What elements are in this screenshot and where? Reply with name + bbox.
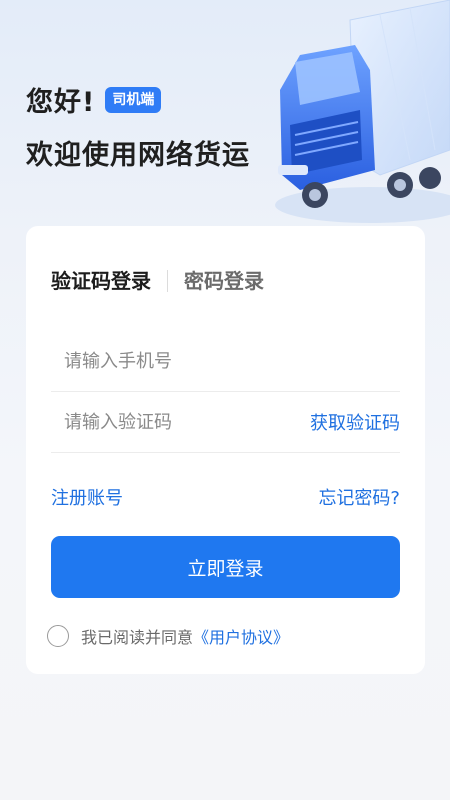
login-card: 验证码登录 密码登录 获取验证码 注册账号 忘记密码? 立即登录 我已阅读并同意… — [26, 226, 425, 674]
agreement-row: 我已阅读并同意 《用户协议》 — [47, 624, 289, 648]
truck-illustration-icon — [275, 0, 450, 223]
register-link[interactable]: 注册账号 — [51, 484, 123, 510]
role-badge: 司机端 — [105, 86, 162, 113]
account-links: 注册账号 忘记密码? — [51, 484, 400, 510]
tab-divider — [167, 270, 168, 292]
forgot-password-link[interactable]: 忘记密码? — [318, 484, 400, 510]
login-tabs: 验证码登录 密码登录 — [51, 266, 264, 296]
phone-field — [51, 331, 400, 392]
agreement-checkbox-icon[interactable] — [47, 625, 69, 647]
phone-input[interactable] — [51, 350, 281, 372]
tab-sms-login[interactable]: 验证码登录 — [51, 266, 151, 296]
tab-password-login[interactable]: 密码登录 — [184, 266, 264, 296]
code-field: 获取验证码 — [51, 392, 400, 453]
agreement-text: 我已阅读并同意 — [81, 628, 194, 647]
welcome-text: 欢迎使用网络货运 — [26, 140, 250, 171]
get-code-button[interactable]: 获取验证码 — [310, 409, 400, 435]
user-agreement-link[interactable]: 《用户协议》 — [193, 624, 289, 648]
greeting-header: 您好! 司机端 欢迎使用网络货运 — [26, 80, 286, 172]
login-button[interactable]: 立即登录 — [51, 536, 400, 598]
greeting-text: 您好! — [26, 87, 96, 118]
verification-code-input[interactable] — [51, 411, 281, 433]
